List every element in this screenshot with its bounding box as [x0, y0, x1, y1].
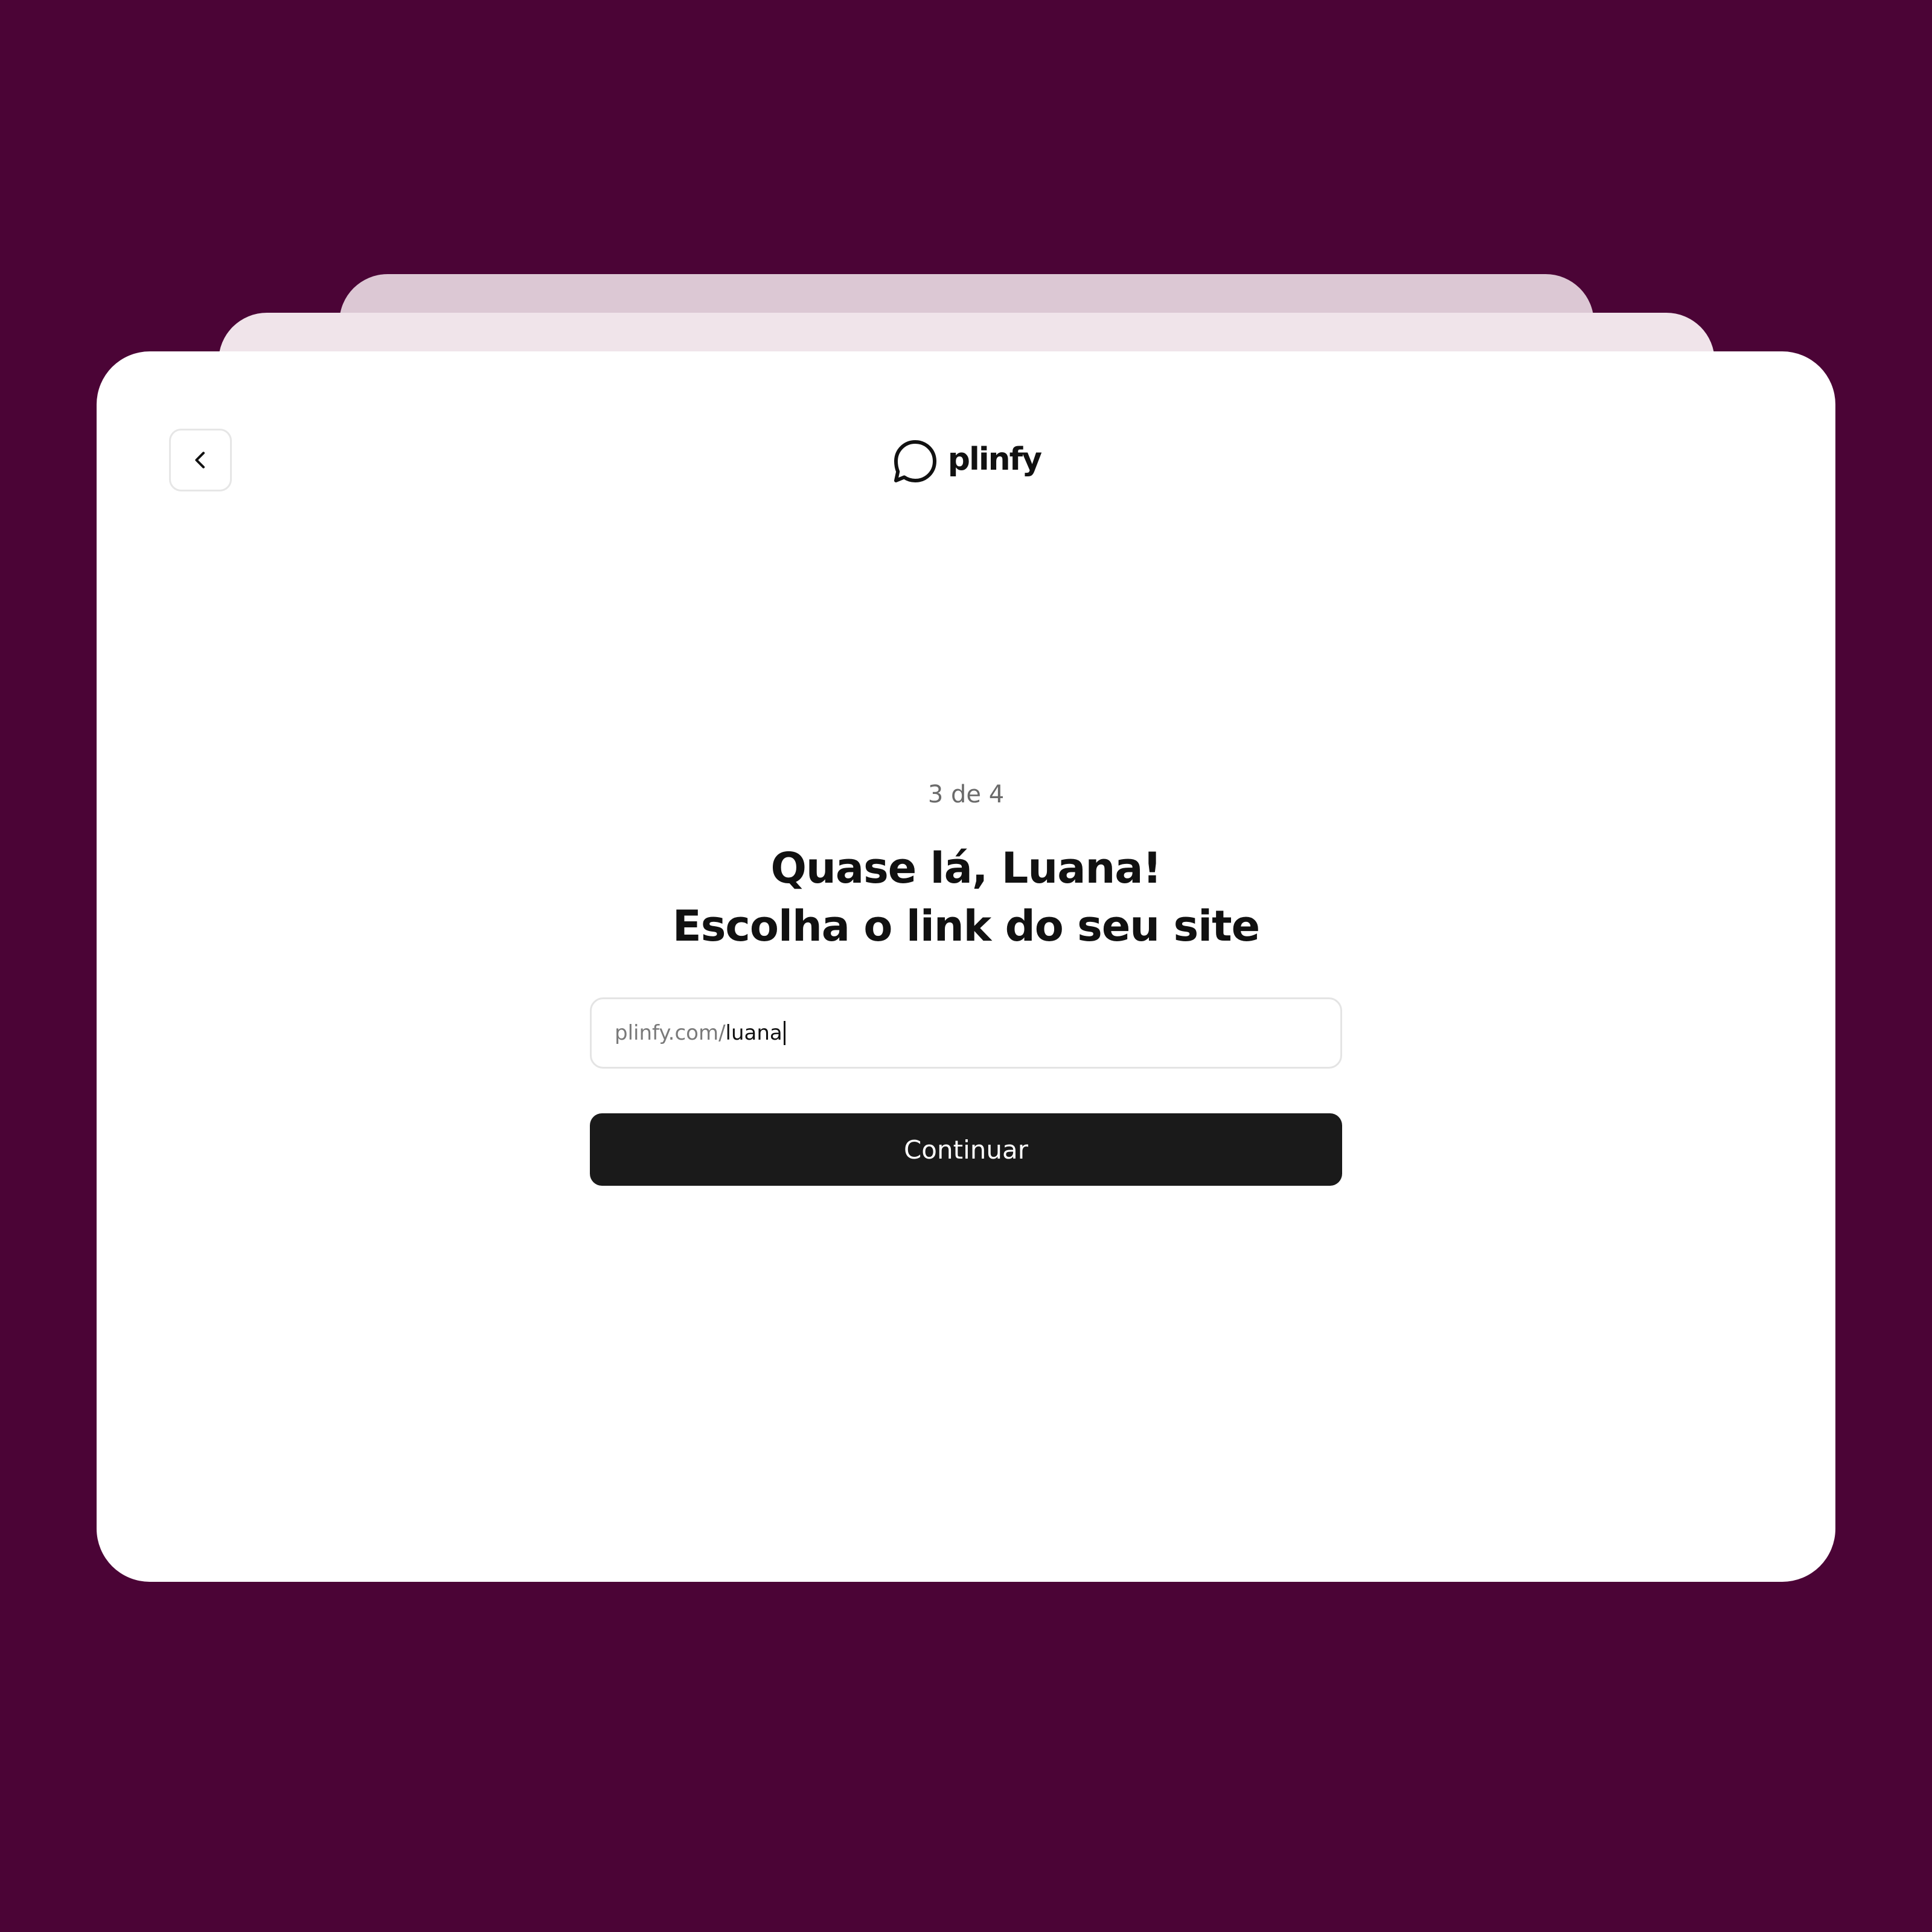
logo: plinfy: [97, 436, 1835, 487]
page-title: Quase lá, Luana! Escolha o link do seu s…: [97, 839, 1835, 955]
speech-bubble-icon: [894, 440, 936, 482]
url-prefix: plinfy.com/: [615, 1021, 726, 1045]
onboarding-card: plinfy 3 de 4 Quase lá, Luana! Escolha o…: [97, 351, 1835, 1582]
page-title-line-2: Escolha o link do seu site: [672, 901, 1260, 951]
site-link-input[interactable]: plinfy.com/ luana: [590, 997, 1342, 1069]
continue-button[interactable]: Continuar: [590, 1113, 1342, 1186]
text-caret: [783, 1021, 785, 1045]
logo-text: plinfy: [947, 441, 1042, 478]
step-indicator: 3 de 4: [927, 781, 1005, 808]
url-value[interactable]: luana: [726, 1021, 782, 1045]
page-title-line-1: Quase lá, Luana!: [770, 843, 1162, 893]
